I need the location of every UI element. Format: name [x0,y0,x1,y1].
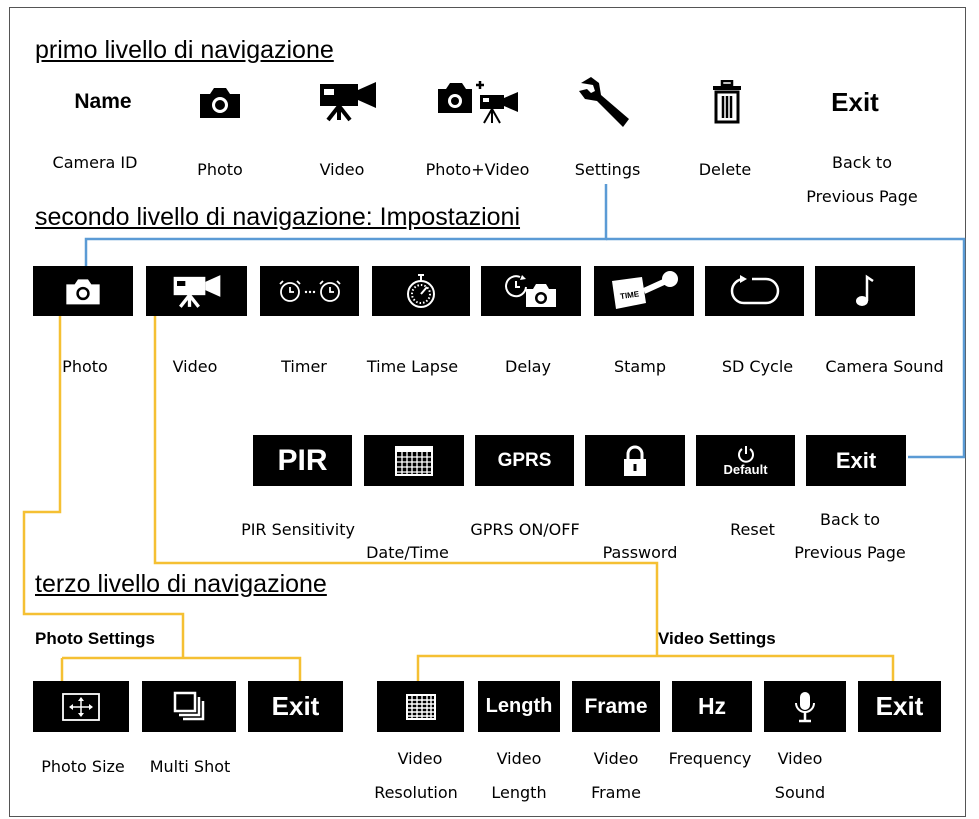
video-settings-title: Video Settings [658,629,776,648]
label-camera-sound: Camera Sound [825,357,944,376]
label-video-settings: Video [172,357,218,376]
exit-video-text: Exit [875,691,924,721]
trash-icon [707,78,747,126]
alarm-clock-icon [278,280,341,302]
label-gprs-onoff: GPRS ON/OFF [470,520,580,539]
tile-frequency: Hz [672,681,752,732]
tile-exit-video: Exit [858,681,941,732]
label-password: Password [602,543,678,562]
label-timer: Timer [281,357,327,376]
heading-level3: terzo livello di navigazione [35,570,327,598]
label-date-time: Date/Time [366,543,449,562]
multi-shot-icon [173,691,205,720]
frame-text: Frame [584,694,648,718]
label-delay: Delay [505,357,551,376]
tile-sd-cycle [705,266,804,316]
exit-icon-text: Exit [831,86,879,117]
resize-icon [62,692,100,721]
delay-camera-icon [505,275,556,307]
label-sd-cycle: SD Cycle [721,357,794,376]
stopwatch-icon [407,274,435,308]
hz-text: Hz [697,693,727,719]
label-video: Video [319,160,365,179]
exit-photo-text: Exit [271,691,320,721]
label-back-level2-1: Back to [820,510,880,529]
heading-level2: secondo livello di navigazione: Impostaz… [35,203,521,231]
label-time-lapse: Time Lapse [366,357,459,376]
pir-text: PIR [277,443,328,477]
exit-icon: Exit [815,82,895,122]
tile-video [146,266,247,316]
name-icon-text: Name [74,90,132,113]
label-multi-shot: Multi Shot [149,757,231,776]
tile-video-resolution [377,681,464,732]
default-text: Default [723,461,768,477]
tile-exit-photo: Exit [248,681,343,732]
exit-level2-text: Exit [835,447,877,473]
photo-video-icon [436,77,522,125]
video-camera-icon [173,275,220,308]
tile-video-sound [764,681,846,732]
resolution-grid-icon [405,693,436,720]
label-camera-id: Camera ID [52,153,138,172]
label-settings: Settings [574,160,641,179]
orange-connector-photo-branch [62,656,302,681]
label-back-1: Back to [832,153,892,172]
stamp-icon: TIME [612,271,678,309]
tile-stamp: TIME [594,266,694,316]
label-delete: Delete [698,160,752,179]
label-photo-settings: Photo [62,357,108,376]
tile-delay [481,266,581,316]
label-back-2: Previous Page [806,187,918,206]
video-camera-icon [316,78,380,124]
label-photo: Photo [197,160,243,179]
microphone-icon [795,691,815,722]
tile-password [585,435,685,486]
tile-date-time [364,435,464,486]
tile-pir: PIR [253,435,352,486]
power-icon [737,445,754,463]
tile-reset: Default [696,435,795,486]
label-frequency: Frequency [668,749,752,768]
cycle-icon [730,275,779,305]
label-photo-video: Photo+Video [425,160,530,179]
tile-photo [33,266,133,316]
orange-connector-video-branch [416,654,895,681]
calendar-grid-icon [395,445,433,476]
tile-camera-sound [815,266,915,316]
lock-icon [624,445,646,476]
label-back-level2-2: Previous Page [794,543,906,562]
name-icon: Name [60,82,146,122]
music-note-icon [856,274,874,306]
label-pir-sensitivity: PIR Sensitivity [241,520,355,539]
camera-icon [192,80,248,124]
wrench-icon [575,74,635,130]
heading-level1: primo livello di navigazione [35,36,334,64]
label-video-length-2: Length [491,783,547,802]
label-video-frame-2: Frame [591,783,641,802]
tile-gprs: GPRS [475,435,574,486]
label-video-sound-1: Video [777,749,823,768]
tile-exit-level2: Exit [806,435,906,486]
label-photo-size: Photo Size [41,757,125,776]
label-stamp: Stamp [614,357,666,376]
tile-video-length: Length [478,681,560,732]
label-video-resolution-1: Video [397,749,443,768]
gprs-text: GPRS [497,449,552,471]
label-video-sound-2: Sound [774,783,826,802]
diagram-page: primo livello di navigazione secondo liv… [0,0,979,819]
tile-timer [260,266,359,316]
tile-time-lapse [372,266,470,316]
tile-multi-shot [142,681,236,732]
tile-video-frame: Frame [572,681,660,732]
photo-settings-title: Photo Settings [35,629,155,648]
tile-photo-size [33,681,129,732]
label-video-length-1: Video [496,749,542,768]
camera-icon [66,279,100,305]
length-text: Length [485,695,553,717]
label-video-frame-1: Video [593,749,639,768]
label-video-resolution-2: Resolution [374,783,458,802]
